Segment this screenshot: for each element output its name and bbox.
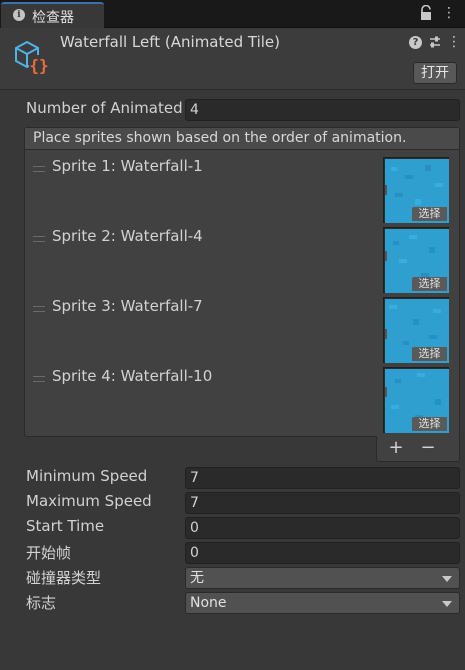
list-item: Sprite 2: Waterfall-4 选择 [25,227,459,297]
sprite-list-header-text: Place sprites shown based on the order o… [33,130,407,146]
info-icon: i [13,9,25,21]
collider-type-label: 碰撞器类型 [26,569,102,587]
list-item: Sprite 3: Waterfall-7 选择 [25,297,459,367]
minimum-speed-field[interactable]: 7 [185,467,460,489]
collider-type-dropdown[interactable]: 无 [185,567,460,589]
select-button[interactable]: 选择 [412,277,447,291]
svg-text:{}: {} [29,56,48,75]
select-button[interactable]: 选择 [412,417,447,431]
maximum-speed-label: Maximum Speed [26,492,152,510]
lock-icon[interactable] [419,5,433,21]
sprite-list-header: Place sprites shown based on the order o… [25,128,459,150]
remove-element-button[interactable]: − [417,438,439,458]
sprite-label: Sprite 2: Waterfall-4 [52,227,203,245]
sprite-label: Sprite 3: Waterfall-7 [52,297,203,315]
sprite-list: Place sprites shown based on the order o… [24,127,460,437]
sprite-label: Sprite 1: Waterfall-1 [52,157,203,175]
sprite-label: Sprite 4: Waterfall-10 [52,367,213,385]
start-frame-field[interactable]: 0 [185,542,460,564]
number-of-animated-field[interactable]: 4 [185,99,460,121]
minimum-speed-label: Minimum Speed [26,467,148,485]
dropdown-arrow-icon [442,601,452,607]
select-button[interactable]: 选择 [412,347,447,361]
list-item: Sprite 1: Waterfall-1 选择 [25,157,459,227]
sprite-object-field[interactable]: 选择 [383,227,449,293]
select-button[interactable]: 选择 [412,207,447,221]
sprite-object-field[interactable]: 选择 [383,367,449,433]
tab-inspector[interactable]: i 检查器 [1,2,104,28]
drag-handle-icon[interactable] [33,166,45,172]
drag-handle-icon[interactable] [33,376,45,382]
tab-label: 检查器 [32,10,74,26]
inspector-header: {} Waterfall Left (Animated Tile) ? ⋮ 打开 [0,28,465,90]
inspector-panel: {} Waterfall Left (Animated Tile) ? ⋮ 打开… [0,28,465,670]
sprite-object-field[interactable]: 选择 [383,157,449,223]
tab-bar: i 检查器 ⋮ [0,0,465,28]
maximum-speed-field[interactable]: 7 [185,492,460,514]
help-icon[interactable]: ? [409,36,422,49]
open-button[interactable]: 打开 [413,62,457,84]
start-time-field[interactable]: 0 [185,517,460,539]
flags-value: None [190,595,227,611]
list-footer: + − [376,436,460,462]
flags-label: 标志 [26,594,57,612]
drag-handle-icon[interactable] [33,236,45,242]
list-item: Sprite 4: Waterfall-10 选择 [25,367,459,437]
dropdown-arrow-icon [442,576,452,582]
drag-handle-icon[interactable] [33,306,45,312]
start-time-label: Start Time [26,517,105,535]
add-element-button[interactable]: + [385,438,407,458]
more-vertical-icon[interactable]: ⋮ [442,4,456,22]
scriptable-object-icon: {} [15,40,49,75]
flags-dropdown[interactable]: None [185,592,460,614]
asset-title: Waterfall Left (Animated Tile) [60,33,281,51]
sprite-object-field[interactable]: 选择 [383,297,449,363]
number-of-animated-label: Number of Animated [26,99,183,117]
preset-sliders-icon[interactable] [428,35,442,49]
collider-type-value: 无 [190,570,204,586]
start-frame-label: 开始帧 [26,544,72,562]
more-vertical-icon[interactable]: ⋮ [447,33,461,51]
